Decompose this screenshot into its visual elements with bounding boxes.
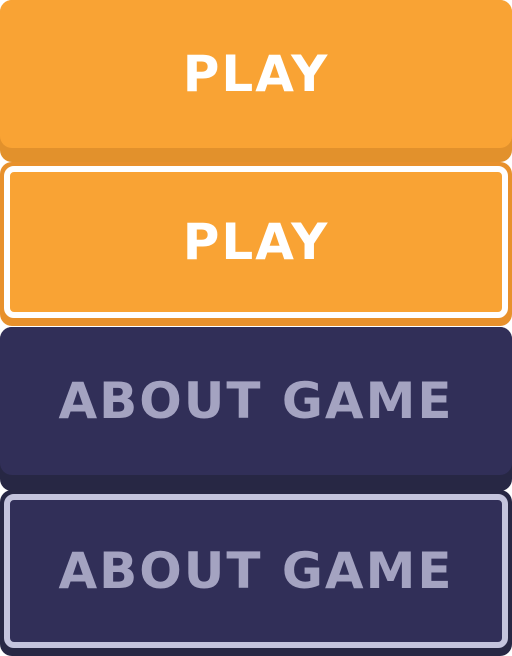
about-game-button-label: ABOUT GAME xyxy=(58,372,454,430)
about-game-button-face[interactable]: ABOUT GAME xyxy=(0,327,512,475)
about-game-button-highlighted-label: ABOUT GAME xyxy=(58,542,454,600)
play-button[interactable]: PLAY xyxy=(0,0,512,162)
about-game-button-highlighted-face[interactable]: ABOUT GAME xyxy=(4,494,508,648)
play-button-highlighted[interactable]: PLAY xyxy=(0,162,512,326)
play-button-face[interactable]: PLAY xyxy=(0,0,512,148)
play-button-label: PLAY xyxy=(182,45,330,103)
about-game-button-highlighted[interactable]: ABOUT GAME xyxy=(0,490,512,656)
play-button-highlighted-label: PLAY xyxy=(182,213,330,271)
play-button-highlighted-face[interactable]: PLAY xyxy=(4,166,508,318)
about-game-button[interactable]: ABOUT GAME xyxy=(0,327,512,491)
